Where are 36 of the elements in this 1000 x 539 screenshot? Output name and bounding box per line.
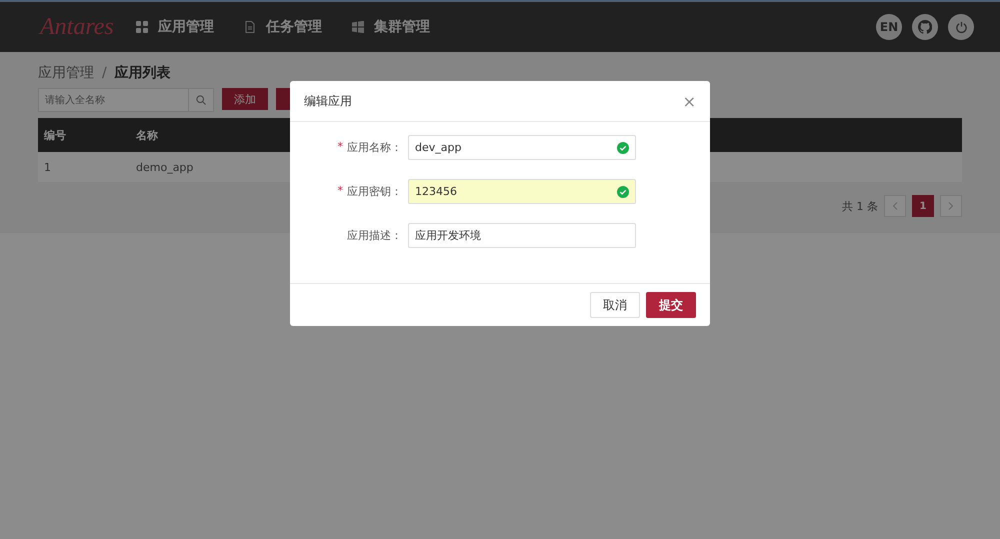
windows-icon [352, 21, 364, 33]
github-icon [918, 20, 932, 34]
column-header: 编号 [38, 118, 130, 152]
field-label: 应用名称： [347, 140, 402, 155]
nav-item[interactable]: 任务管理 [244, 18, 322, 36]
breadcrumb-item: 应用列表 [114, 64, 171, 82]
grid-icon [136, 21, 148, 33]
chevron-left-icon [892, 202, 898, 210]
table-cell: 1 [38, 152, 130, 182]
dialog-title: 编辑应用 [304, 92, 352, 110]
language-button[interactable]: EN [876, 14, 902, 40]
required-mark: * [338, 140, 343, 155]
power-button[interactable] [948, 14, 974, 40]
breadcrumb-separator: / [102, 65, 107, 81]
cancel-button[interactable]: 取消 [590, 292, 640, 318]
search-icon[interactable] [196, 95, 206, 105]
chevron-right-icon [948, 202, 954, 210]
document-icon [244, 21, 256, 33]
input-field[interactable]: 应用开发环境 [408, 223, 636, 248]
total-count: 共 1 条 [842, 198, 878, 214]
field-label: 应用描述： [347, 228, 402, 243]
nav-item[interactable]: 应用管理 [136, 18, 214, 36]
add-button[interactable]: 添加 [222, 88, 268, 110]
nav-item[interactable]: 集群管理 [352, 18, 430, 36]
submit-button[interactable]: 提交 [646, 292, 696, 318]
power-icon [954, 20, 968, 34]
logo: Antares [40, 14, 115, 40]
input-field[interactable]: 123456 [408, 179, 636, 204]
search-field[interactable]: 请输入全名称 [38, 88, 189, 112]
field-label: 应用密钥： [347, 184, 402, 199]
required-mark: * [338, 184, 343, 199]
close-button[interactable]: × [682, 92, 696, 110]
github-button[interactable] [912, 14, 938, 40]
page-button[interactable]: 1 [912, 195, 934, 217]
input-field[interactable]: dev_app [408, 135, 636, 160]
breadcrumb-item[interactable]: 应用管理 [38, 64, 94, 82]
